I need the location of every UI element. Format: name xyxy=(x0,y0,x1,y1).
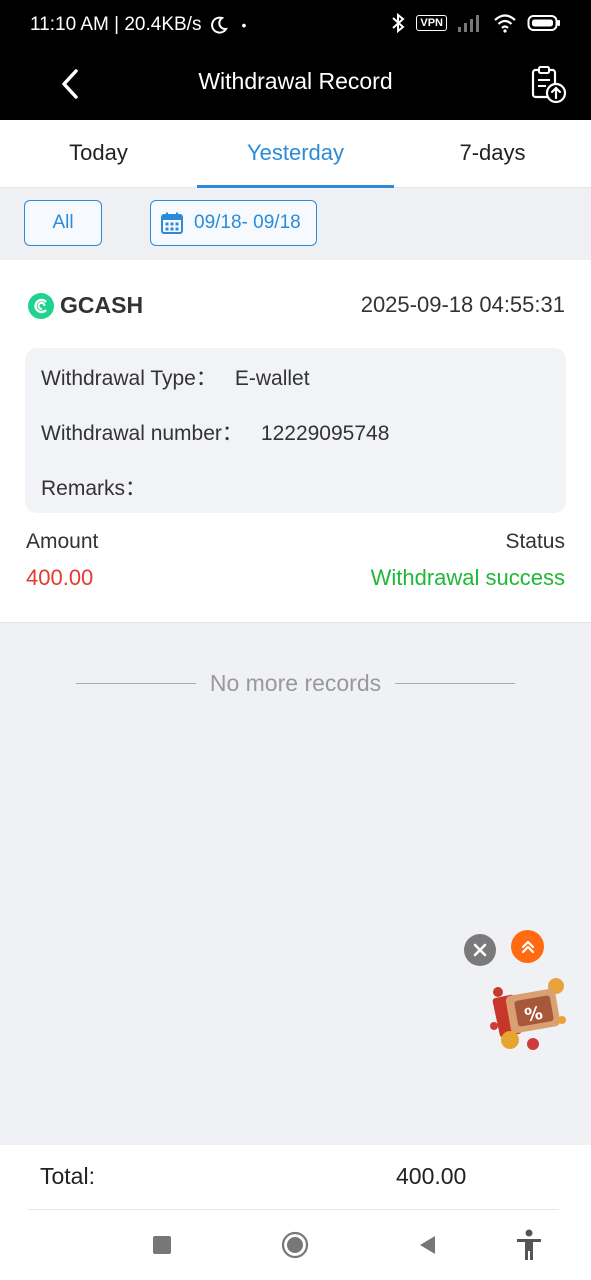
page-title: Withdrawal Record xyxy=(198,68,393,94)
square-icon xyxy=(153,1236,171,1254)
status-bar: 11:10 AM | 20.4KB/s • VPN xyxy=(0,0,591,52)
remarks-label: Remarks： xyxy=(41,477,147,500)
status-label: Status xyxy=(505,530,565,553)
wifi-icon xyxy=(494,14,516,33)
list-end-text: No more records xyxy=(209,669,382,696)
withdrawal-number-value: 12229095748 xyxy=(260,422,390,445)
scroll-top-button[interactable] xyxy=(511,930,544,963)
date-range-button[interactable]: 09/18- 09/18 xyxy=(150,200,317,246)
calendar-icon xyxy=(161,212,183,234)
bluetooth-icon xyxy=(392,12,405,34)
total-value: 400.00 xyxy=(396,1163,467,1189)
double-chevron-up-icon xyxy=(521,940,534,953)
home-circle-icon xyxy=(281,1231,309,1259)
svg-text:%: % xyxy=(523,1003,544,1027)
back-nav-button[interactable] xyxy=(410,1228,444,1262)
divider-right xyxy=(395,682,516,684)
withdrawal-type-row: Withdrawal Type： E-wallet xyxy=(41,362,310,392)
moon-icon xyxy=(211,16,229,34)
status-value: Withdrawal success xyxy=(370,565,565,590)
tab-7-days[interactable]: 7-days xyxy=(394,120,591,187)
filter-bar: All 09/18- 09/18 xyxy=(0,188,591,260)
close-icon xyxy=(473,943,487,957)
vpn-badge: VPN xyxy=(416,15,447,31)
close-promo-button[interactable] xyxy=(464,934,496,966)
withdrawal-type-label: Withdrawal Type： xyxy=(41,367,217,390)
tab-yesterday[interactable]: Yesterday xyxy=(197,120,394,188)
export-record-button[interactable] xyxy=(529,62,569,106)
amount-value: 400.00 xyxy=(26,565,94,590)
app-header: Withdrawal Record xyxy=(0,52,591,120)
withdrawal-record-card[interactable]: GCASH 2025-09-18 04:55:31 Withdrawal Typ… xyxy=(0,260,591,623)
remarks-row: Remarks： xyxy=(41,472,164,502)
amount-label: Amount xyxy=(26,530,99,553)
home-button[interactable] xyxy=(278,1228,312,1262)
gcash-logo-icon xyxy=(28,292,54,319)
summary-bar: Total: 400.00 xyxy=(0,1145,591,1210)
filter-all-button[interactable]: All xyxy=(24,200,102,246)
period-tabs: Today Yesterday 7-days xyxy=(0,120,591,188)
tab-today[interactable]: Today xyxy=(0,120,197,187)
record-datetime: 2025-09-18 04:55:31 xyxy=(360,292,565,317)
status-left: 11:10 AM | 20.4KB/s • xyxy=(30,14,246,36)
total-label: Total: xyxy=(40,1163,95,1189)
date-range-text: 09/18- 09/18 xyxy=(194,212,301,233)
accessibility-icon xyxy=(517,1229,541,1260)
brand-name: GCASH xyxy=(60,292,144,318)
withdrawal-number-row: Withdrawal number： 12229095748 xyxy=(41,417,389,447)
promo-gift-icon[interactable]: % xyxy=(486,974,572,1056)
withdrawal-number-label: Withdrawal number： xyxy=(41,422,243,445)
status-right: VPN xyxy=(390,12,561,34)
status-time-speed: 11:10 AM | 20.4KB/s xyxy=(30,14,202,35)
status-dot: • xyxy=(241,17,247,33)
list-end-indicator: No more records xyxy=(0,668,591,698)
signal-icon xyxy=(458,15,479,32)
record-details-box: Withdrawal Type： E-wallet Withdrawal numb… xyxy=(25,348,566,513)
battery-icon xyxy=(527,15,560,31)
triangle-back-icon xyxy=(420,1236,435,1254)
system-nav-bar xyxy=(0,1210,591,1280)
divider-left xyxy=(75,682,196,684)
recents-button[interactable] xyxy=(145,1228,179,1262)
clipboard-upload-icon xyxy=(531,66,567,104)
withdrawal-type-value: E-wallet xyxy=(234,367,310,390)
payment-brand: GCASH xyxy=(28,292,143,319)
accessibility-button[interactable] xyxy=(512,1228,546,1262)
